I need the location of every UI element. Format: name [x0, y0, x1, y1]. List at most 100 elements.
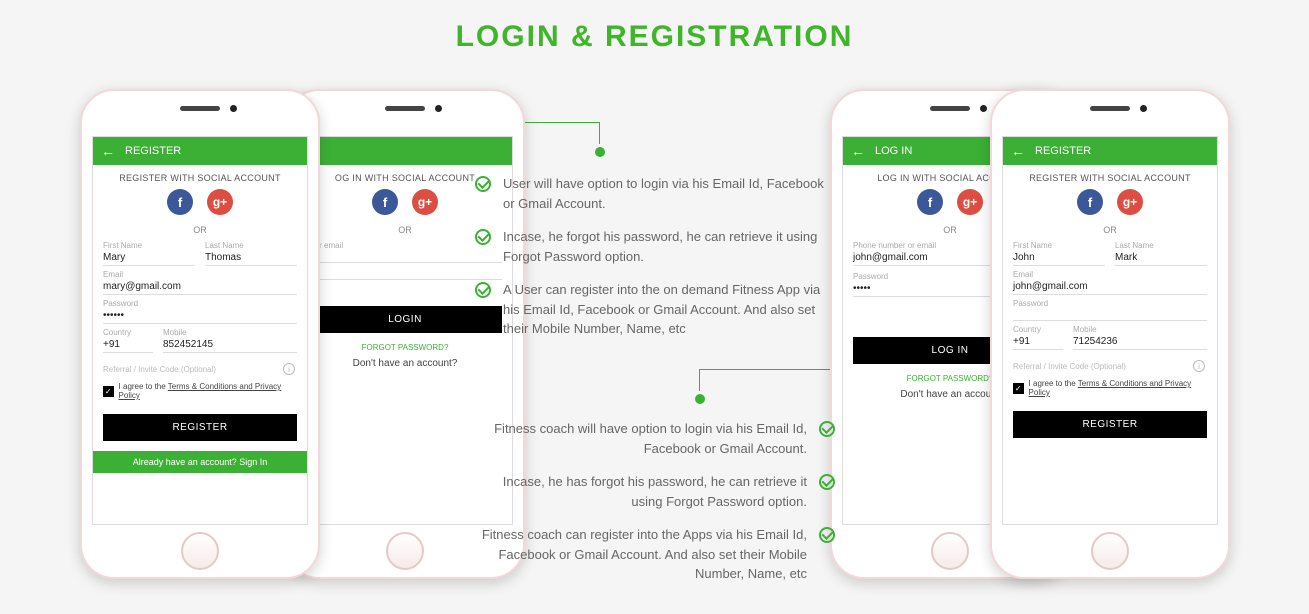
or-divider: OR — [93, 221, 307, 241]
feature-text: A User can register into the on demand F… — [503, 280, 835, 339]
screen: ← REGISTER REGISTER WITH SOCIAL ACCOUNT … — [92, 136, 308, 525]
first-name-field[interactable]: First Name John — [1013, 241, 1105, 266]
connector-dot-icon — [595, 147, 605, 157]
topbar-title: REGISTER — [1035, 145, 1091, 157]
check-icon — [475, 282, 491, 298]
feature-item: Incase, he has forgot his password, he c… — [475, 472, 835, 511]
feature-item: A User can register into the on demand F… — [475, 280, 835, 339]
country-field[interactable]: Country +91 — [103, 328, 153, 353]
social-row: f g+ — [1003, 189, 1217, 221]
social-header: REGISTER WITH SOCIAL ACCOUNT — [93, 165, 307, 189]
topbar: ← — [298, 137, 512, 165]
check-icon — [475, 229, 491, 245]
checkbox-icon[interactable]: ✓ — [103, 386, 114, 397]
connector-line — [599, 122, 600, 144]
mobile-field[interactable]: Mobile 852452145 — [163, 328, 297, 353]
facebook-icon[interactable]: f — [167, 189, 193, 215]
field-value: John — [1013, 250, 1105, 266]
field-label: Password — [1013, 299, 1207, 308]
topbar: ← REGISTER — [1003, 137, 1217, 165]
connector-line — [700, 369, 850, 370]
field-label: Mobile — [163, 328, 297, 337]
field-label: Password — [103, 299, 297, 308]
referral-field[interactable]: Referral / Invite Code (Optional) i — [1003, 354, 1217, 375]
user-features: User will have option to login via his E… — [475, 174, 835, 353]
checkbox-icon[interactable]: ✓ — [1013, 383, 1024, 394]
field-value: Mary — [103, 250, 195, 266]
password-field[interactable] — [308, 267, 502, 280]
field-value: 71254236 — [1073, 334, 1207, 350]
google-plus-icon[interactable]: g+ — [207, 189, 233, 215]
google-plus-icon[interactable]: g+ — [1117, 189, 1143, 215]
agree-row[interactable]: ✓ I agree to the Terms & Conditions and … — [93, 378, 307, 404]
referral-field[interactable]: Referral / Invite Code (Optional) i — [93, 357, 307, 378]
back-icon[interactable]: ← — [1011, 144, 1025, 158]
feature-text: Incase, he has forgot his password, he c… — [475, 472, 807, 511]
field-value: 852452145 — [163, 337, 297, 353]
field-label: e or email — [308, 241, 502, 250]
home-button[interactable] — [931, 532, 969, 570]
email-field[interactable]: Email mary@gmail.com — [103, 270, 297, 295]
register-button[interactable]: REGISTER — [1013, 411, 1207, 438]
feature-text: Fitness coach will have option to login … — [475, 419, 807, 458]
first-name-field[interactable]: First Name Mary — [103, 241, 195, 266]
register-button[interactable]: REGISTER — [103, 414, 297, 441]
field-label: Country — [1013, 325, 1063, 334]
connector-dot-icon — [695, 394, 705, 404]
field-value — [308, 250, 502, 263]
feature-item: Incase, he forgot his password, he can r… — [475, 227, 835, 266]
field-label: First Name — [1013, 241, 1105, 250]
password-field[interactable]: Password — [1013, 299, 1207, 321]
coach-features: Fitness coach will have option to login … — [475, 419, 835, 598]
feature-text: Incase, he forgot his password, he can r… — [503, 227, 835, 266]
agree-row[interactable]: ✓ I agree to the Terms & Conditions and … — [1003, 375, 1217, 401]
topbar-title: LOG IN — [875, 145, 912, 157]
field-label: Email — [103, 270, 297, 279]
field-label: First Name — [103, 241, 195, 250]
feature-text: User will have option to login via his E… — [503, 174, 835, 213]
signin-footer[interactable]: Already have an account? Sign In — [93, 451, 307, 473]
screen: ← REGISTER REGISTER WITH SOCIAL ACCOUNT … — [1002, 136, 1218, 525]
referral-label: Referral / Invite Code (Optional) — [103, 365, 216, 374]
check-icon — [819, 421, 835, 437]
topbar: ← REGISTER — [93, 137, 307, 165]
facebook-icon[interactable]: f — [1077, 189, 1103, 215]
mobile-field[interactable]: Mobile 71254236 — [1073, 325, 1207, 350]
check-icon — [475, 176, 491, 192]
field-value: +91 — [1013, 334, 1063, 350]
home-button[interactable] — [386, 532, 424, 570]
home-button[interactable] — [181, 532, 219, 570]
facebook-icon[interactable]: f — [372, 189, 398, 215]
field-value: mary@gmail.com — [103, 279, 297, 295]
topbar-title: REGISTER — [125, 145, 181, 157]
google-plus-icon[interactable]: g+ — [412, 189, 438, 215]
email-field[interactable]: Email john@gmail.com — [1013, 270, 1207, 295]
info-icon[interactable]: i — [283, 363, 295, 375]
stage: ← OG IN WITH SOCIAL ACCOUNT f g+ OR e or… — [0, 54, 1309, 614]
home-button[interactable] — [1091, 532, 1129, 570]
back-icon[interactable]: ← — [851, 144, 865, 158]
google-plus-icon[interactable]: g+ — [957, 189, 983, 215]
field-label: Country — [103, 328, 153, 337]
last-name-field[interactable]: Last Name Thomas — [205, 241, 297, 266]
login-identifier-field[interactable]: e or email — [308, 241, 502, 263]
field-value: john@gmail.com — [1013, 279, 1207, 295]
referral-label: Referral / Invite Code (Optional) — [1013, 362, 1126, 371]
back-icon[interactable]: ← — [101, 144, 115, 158]
no-account-text: Don't have an account? — [298, 358, 512, 369]
feature-text: Fitness coach can register into the Apps… — [475, 525, 807, 584]
phone-register-right: ← REGISTER REGISTER WITH SOCIAL ACCOUNT … — [990, 89, 1230, 579]
field-value: •••••• — [103, 308, 297, 324]
feature-item: Fitness coach will have option to login … — [475, 419, 835, 458]
feature-item: Fitness coach can register into the Apps… — [475, 525, 835, 584]
or-divider: OR — [1003, 221, 1217, 241]
check-icon — [819, 474, 835, 490]
login-button[interactable]: LOGIN — [308, 306, 502, 333]
facebook-icon[interactable]: f — [917, 189, 943, 215]
field-label: Email — [1013, 270, 1207, 279]
field-value: Mark — [1115, 250, 1207, 266]
info-icon[interactable]: i — [1193, 360, 1205, 372]
last-name-field[interactable]: Last Name Mark — [1115, 241, 1207, 266]
country-field[interactable]: Country +91 — [1013, 325, 1063, 350]
password-field[interactable]: Password •••••• — [103, 299, 297, 324]
